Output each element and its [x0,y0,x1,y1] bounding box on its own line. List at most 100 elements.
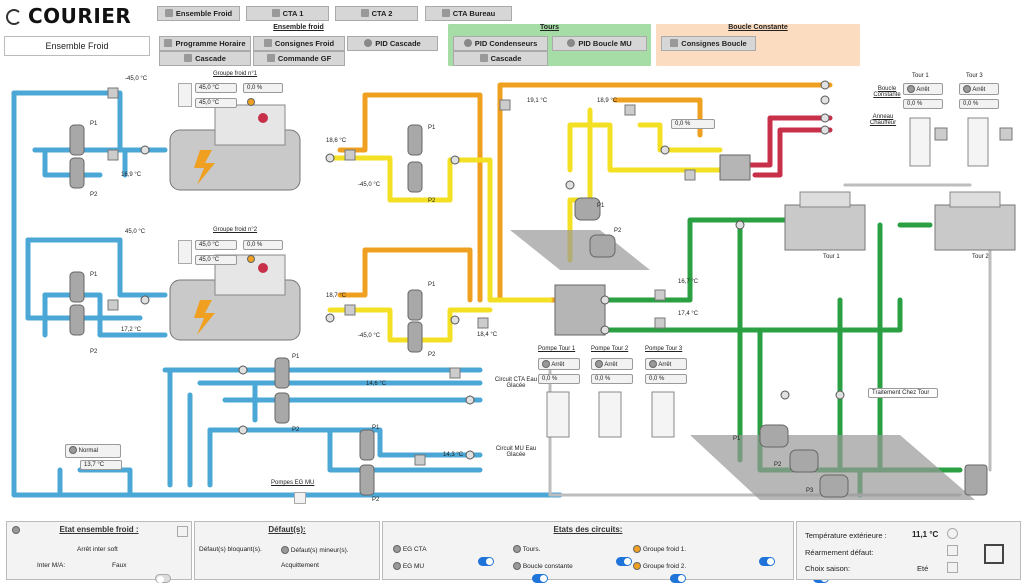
groupe1-consigne: 45,0 °C [195,83,237,93]
temp-label: 18,7 °C [326,293,347,299]
heat-exchanger [554,284,606,336]
acquittement[interactable]: Acquittement [281,562,319,569]
defaut-mineur: Défaut(s) mineur(s). [281,546,349,554]
tours-toggle[interactable] [615,557,632,566]
groupe1-mode-icon[interactable] [178,83,192,107]
pump-label: P1 [597,203,605,209]
tour3-label: Tour 3 [966,73,983,79]
circuit-tours: Tours. [513,545,540,553]
temp-label: -45,0 °C [125,76,148,82]
temp-label: 17,4 °C [678,311,699,317]
defauts-panel: Défaut(s): Défaut(s) bloquant(s). Défaut… [194,521,380,580]
pump-label: P1 [372,425,380,431]
pump-label: P2 [428,198,436,204]
temp-label: 14,6 °C [366,381,387,387]
valve-percent: 0,0 % [671,119,715,129]
groupe2-title: Groupe froid n°2 [213,227,258,233]
circuit-gf2: Groupe froid 2. [633,562,686,570]
pompe3-pct: 0,0 % [645,374,687,384]
temp-label: 16,7 °C [678,279,699,285]
pump-label: P1 [90,272,98,278]
pump-label: P1 [292,354,300,360]
groupe2-mode-icon[interactable] [178,240,192,264]
pump-label: P2 [90,192,98,198]
anneau-label: Anneau Chauffeur [869,114,897,126]
pompe3-state: Arrêt [645,358,687,370]
groupe1-setpoint: 45,0 °C [195,98,237,108]
chiller-1 [169,104,301,191]
info-icon[interactable] [294,492,306,504]
heat-exchanger-small [719,154,751,181]
pump-label: P1 [428,125,436,131]
etat-lamp [12,526,20,534]
groupe2-setpoint: 45,0 °C [195,255,237,265]
left-status: Normal [65,444,121,458]
temp-ext-value: 11,1 °C [912,530,939,539]
pump-label: P2 [90,349,98,355]
defauts-title: Défaut(s): [268,525,306,534]
pump-label: P2 [428,352,436,358]
boucle-constante-label: Boucle Constante [873,86,901,98]
temp-label: -45,0 °C [358,333,381,339]
temp-label: 14,3 °C [443,452,464,458]
tour3-state: Arrêt [959,83,999,95]
tour1-state: Arrêt [903,83,943,95]
pump-label: P1 [733,436,741,442]
pump-label: P2 [292,427,300,433]
pompe-tour3-label: Pompe Tour 3 [645,346,683,352]
groupe2-percent: 0,0 % [243,240,283,250]
pump-label: P2 [372,497,380,503]
rearm-button[interactable] [947,545,958,556]
chiller-2 [169,254,301,341]
piping-diagram [11,80,1016,500]
tour3-pct: 0,0 % [959,99,999,109]
saison-edit-icon[interactable] [947,562,958,573]
pump-label: P2 [614,228,622,234]
pompe-tour2-label: Pompe Tour 2 [591,346,629,352]
gf1-toggle[interactable] [758,557,775,566]
pump-label: P1 [90,121,98,127]
temp-ext-button[interactable] [947,528,958,539]
tour1-label: Tour 1 [912,73,929,79]
cooling-tower-2 [934,191,1016,251]
temp-label: 45,0 °C [125,229,146,235]
temp-label: 17,2 °C [121,327,142,333]
etat-line2a: Inter M/A: [37,562,66,569]
pompe1-state: Arrêt [538,358,580,370]
defaut-bloquant: Défaut(s) bloquant(s). [199,546,262,553]
etat-ensemble-froid-panel: Etat ensemble froid : Arrêt inter soft I… [6,521,192,583]
cooling-tower-1 [784,191,866,251]
groupe2-consigne: 45,0 °C [195,240,237,250]
circuit-gf1: Groupe froid 1. [633,545,686,553]
saison-label: Choix saison: [805,564,851,573]
pompes-eg-mu-label: Pompes EG MU [271,480,315,486]
groupe1-percent: 0,0 % [243,83,283,93]
pompe2-state: Arrêt [591,358,633,370]
tour2-bottom-label: Tour 2 [972,254,989,260]
saison-value: Eté [917,564,929,573]
traitement-box[interactable]: Traitement Chez Tour [868,388,938,398]
pump-label: P1 [428,282,436,288]
etat-info-icon[interactable] [177,526,188,537]
etat-line2b: Faux [112,562,127,569]
pompe1-pct: 0,0 % [538,374,580,384]
logo-mark-icon [984,544,1004,564]
temp-label: 16,9 °C [121,172,142,178]
circuits-title: Etats des circuits: [553,525,623,534]
rearm-label: Réarmement défaut: [805,548,874,557]
etat-title: Etat ensemble froid : [59,525,139,534]
pompe2-pct: 0,0 % [591,374,633,384]
pump-label: P3 [806,488,814,494]
etats-circuits-panel: Etats des circuits: EG CTA Tours. Groupe… [382,521,829,583]
circuit-eg-cta: EG CTA [393,545,427,553]
temp-label: 18,4 °C [477,332,498,338]
temp-label: -45,0 °C [358,182,381,188]
eg-cta-toggle[interactable] [478,557,494,566]
circuit-cta-label: Circuit CTA Eau Glacée [494,377,538,389]
circuit-boucle: Boucle constante [513,562,573,570]
temp-label: 18,6 °C [326,138,347,144]
tour1-pct: 0,0 % [903,99,943,109]
pompe-tour1-label: Pompe Tour 1 [538,346,576,352]
etat-line1: Arrêt inter soft [77,546,118,553]
tour1-bottom-label: Tour 1 [823,254,840,260]
